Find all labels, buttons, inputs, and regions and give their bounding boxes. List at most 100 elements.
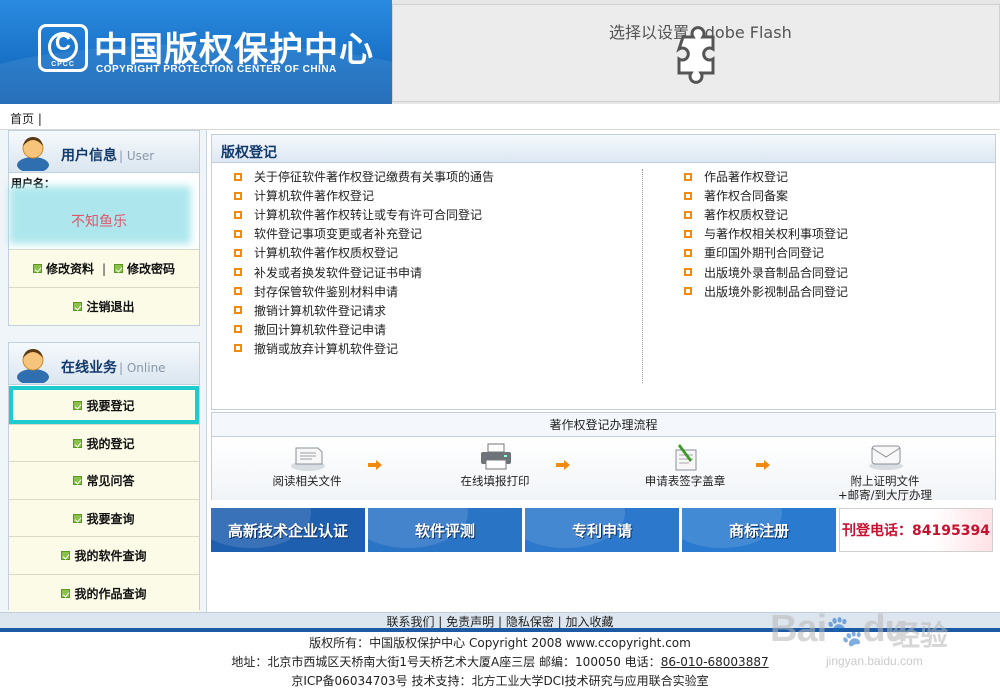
phone-link[interactable]: 86-010-68003887 (661, 655, 769, 669)
username-value: 不知鱼乐 (71, 214, 127, 230)
icp-line: 京ICP备06034703号 技术支持：北方工业大学DCI技术研究与应用联合实验… (291, 674, 709, 688)
banner-ad-phone[interactable]: 刊登电话：84195394 (839, 508, 993, 552)
arrow-right-icon (756, 460, 770, 470)
banner-software-testing[interactable]: 软件评测 (368, 508, 522, 552)
edit-profile-link[interactable]: 修改资料 (46, 260, 94, 277)
nav-item-faq[interactable]: 常见问答 (9, 461, 199, 499)
document-stack-icon (291, 447, 325, 471)
bookmark-link[interactable]: 加入收藏 (566, 615, 614, 629)
panel-title: 版权登记 (221, 145, 277, 161)
square-bullet-icon (684, 191, 692, 200)
list-item-link[interactable]: 计算机软件著作权登记 (234, 186, 494, 205)
check-bullet-icon (73, 401, 83, 410)
registration-process-box: 著作权登记办理流程 阅读相关文件 在线填报打印 申请表签字盖章 附上证明文件 +… (211, 412, 996, 502)
software-links-list: 关于停征软件著作权登记缴费有关事项的通告 计算机软件著作权登记 计算机软件著作权… (234, 167, 494, 358)
logo-banner[interactable]: C CPCC 中国版权保护中心 COPYRIGHT PROTECTION CEN… (0, 0, 392, 104)
envelope-icon (869, 445, 903, 470)
cpcc-logo-icon: C CPCC (38, 24, 88, 72)
square-bullet-icon (234, 210, 242, 219)
main-content: 版权登记 关于停征软件著作权登记缴费有关事项的通告 计算机软件著作权登记 计算机… (207, 130, 1000, 612)
arrow-right-icon (368, 460, 382, 470)
list-item-link[interactable]: 出版境外影视制品合同登记 (684, 282, 848, 301)
square-bullet-icon (684, 172, 692, 181)
site-subtitle: COPYRIGHT PROTECTION CENTER OF CHINA (96, 64, 337, 75)
online-services-title: 在线业务 (61, 360, 117, 376)
process-step: 附上证明文件 +邮寄/到大厅办理 (810, 438, 960, 502)
plugin-puzzle-icon (676, 26, 715, 84)
process-step: 在线填报打印 (420, 438, 570, 500)
list-item-link[interactable]: 补发或者换发软件登记证书申请 (234, 262, 494, 281)
nav-item-works-query[interactable]: 我的作品查询 (9, 573, 199, 612)
check-bullet-icon (61, 551, 71, 560)
list-item-link[interactable]: 重印国外期刊合同登记 (684, 243, 848, 262)
change-password-link[interactable]: 修改密码 (127, 260, 175, 277)
list-item-link[interactable]: 撤销或放弃计算机软件登记 (234, 339, 494, 358)
square-bullet-icon (234, 191, 242, 200)
square-bullet-icon (684, 287, 692, 296)
copyright-registration-panel: 版权登记 关于停征软件著作权登记缴费有关事项的通告 计算机软件著作权登记 计算机… (211, 134, 996, 410)
square-bullet-icon (234, 325, 242, 334)
square-bullet-icon (684, 248, 692, 257)
user-info-box: 用户信息 | User 用户名： 不知鱼乐 修改资料 | 修改密码 注销退出 (8, 130, 200, 326)
check-bullet-icon (61, 588, 71, 598)
list-item-link[interactable]: 出版境外录音制品合同登记 (684, 262, 848, 281)
user-info-subtitle: | User (119, 149, 155, 163)
logout-button[interactable]: 注销退出 (9, 287, 199, 325)
square-bullet-icon (234, 268, 242, 277)
square-bullet-icon (234, 229, 242, 238)
flash-placeholder[interactable]: 选择以设置 Adobe Flash (392, 4, 1000, 102)
square-bullet-icon (234, 344, 242, 353)
check-bullet-icon (114, 264, 124, 273)
square-bullet-icon (234, 306, 242, 315)
column-divider (642, 169, 643, 383)
list-item-link[interactable]: 著作权合同备案 (684, 186, 848, 205)
list-item-link[interactable]: 关于停征软件著作权登记缴费有关事项的通告 (234, 167, 494, 186)
banner-patent-application[interactable]: 专利申请 (525, 508, 679, 552)
user-avatar-icon (17, 137, 49, 171)
process-step: 阅读相关文件 (232, 438, 382, 500)
check-bullet-icon (73, 513, 83, 523)
nav-item-my-registrations[interactable]: 我的登记 (9, 423, 199, 462)
check-bullet-icon (73, 302, 83, 311)
works-links-list: 作品著作权登记 著作权合同备案 著作权质权登记 与著作权相关权利事项登记 重印国… (684, 167, 848, 301)
list-item-link[interactable]: 著作权质权登记 (684, 205, 848, 224)
check-bullet-icon (73, 438, 83, 448)
printer-icon (481, 443, 511, 470)
online-services-header: 在线业务 | Online (9, 343, 199, 385)
logout-label: 注销退出 (86, 300, 135, 314)
square-bullet-icon (684, 268, 692, 277)
square-bullet-icon (684, 229, 692, 238)
profile-links-row: 修改资料 | 修改密码 (9, 249, 199, 287)
contact-link[interactable]: 联系我们 (386, 615, 434, 629)
list-item-link[interactable]: 计算机软件著作权转让或专有许可合同登记 (234, 205, 494, 224)
list-item-link[interactable]: 软件登记事项变更或者补充登记 (234, 224, 494, 243)
privacy-link[interactable]: 隐私保密 (506, 615, 554, 629)
user-info-header: 用户信息 | User (9, 131, 199, 173)
baidu-jingyan-watermark: Bai🐾du 经验 jingyan.baidu.com (770, 608, 949, 668)
square-bullet-icon (234, 172, 242, 181)
nav-item-query[interactable]: 我要查询 (9, 498, 199, 537)
list-item-link[interactable]: 撤回计算机软件登记申请 (234, 320, 494, 339)
breadcrumb-home-link[interactable]: 首页 | (10, 110, 42, 127)
square-bullet-icon (234, 287, 242, 296)
disclaimer-link[interactable]: 免责声明 (446, 615, 494, 629)
list-item-link[interactable]: 与著作权相关权利事项登记 (684, 224, 848, 243)
user-avatar-icon (17, 349, 49, 383)
nav-item-software-query[interactable]: 我的软件查询 (9, 536, 199, 574)
list-item-link[interactable]: 撤销计算机软件登记请求 (234, 301, 494, 320)
list-item-link[interactable]: 作品著作权登记 (684, 167, 848, 186)
square-bullet-icon (234, 248, 242, 257)
list-item-link[interactable]: 计算机软件著作权质权登记 (234, 243, 494, 262)
arrow-right-icon (556, 460, 570, 470)
check-bullet-icon (32, 264, 42, 273)
process-step: 申请表签字盖章 (610, 438, 760, 500)
header: C CPCC 中国版权保护中心 COPYRIGHT PROTECTION CEN… (0, 0, 1000, 104)
banner-high-tech-certification[interactable]: 高新技术企业认证 (211, 508, 365, 552)
ad-banners: 高新技术企业认证 软件评测 专利申请 商标注册 刊登电话：84195394 (211, 508, 996, 552)
process-title: 著作权登记办理流程 (212, 413, 995, 437)
banner-trademark-registration[interactable]: 商标注册 (682, 508, 836, 552)
pen-sign-icon (675, 444, 697, 471)
list-item-link[interactable]: 封存保管软件鉴别材料申请 (234, 282, 494, 301)
check-bullet-icon (73, 476, 83, 485)
nav-item-register[interactable]: 我要登记 (9, 386, 199, 424)
